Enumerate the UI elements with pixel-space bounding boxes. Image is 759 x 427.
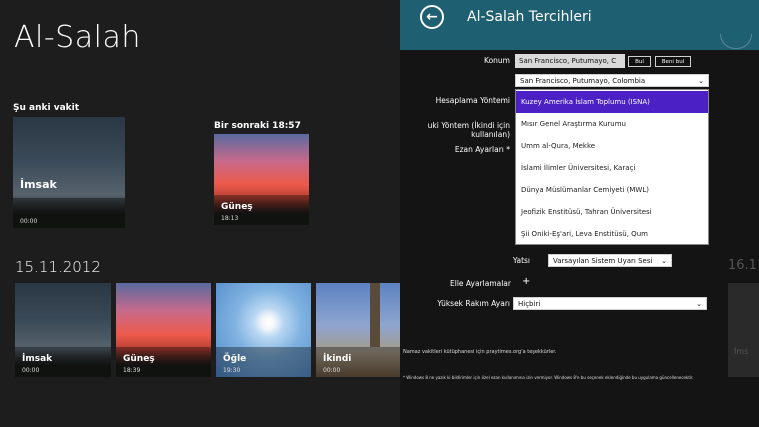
dropdown-option[interactable]: Dünya Müslümanlar Cemiyeti (MWL) <box>516 179 708 201</box>
find-me-button[interactable]: Beni bul <box>655 56 691 67</box>
next-prayer-label: Bir sonraki 18:57 <box>214 121 301 131</box>
chevron-down-icon: ⌄ <box>661 257 667 265</box>
day-tile-name: Öğle <box>223 354 247 364</box>
high-latitude-select[interactable]: Hiçbiri ⌄ <box>513 297 707 310</box>
current-prayer-time: 00:00 <box>20 218 38 225</box>
day-tile-name: İmsak <box>22 354 53 364</box>
settings-header: ← Al-Salah Tercihleri <box>400 0 759 50</box>
current-prayer-name: İmsak <box>20 178 57 191</box>
manual-adjust-plus-button[interactable]: + <box>522 276 530 287</box>
calc-method-dropdown[interactable]: Kuzey Amerika İslam Toplumu (ISNA) Mısır… <box>515 89 709 245</box>
dropdown-option[interactable]: Şii Oniki-Eş'ari, Leva Enstitüsü, Qum <box>516 223 708 245</box>
day-tile-imsak[interactable]: İmsak 00:00 <box>15 283 111 377</box>
dropdown-option[interactable]: Umm al-Qura, Mekke <box>516 135 708 157</box>
header-decoration <box>720 34 752 49</box>
back-arrow-icon[interactable]: ← <box>420 5 444 29</box>
asr-method-label: uki Yöntem (İkindi için kullanılan) <box>427 121 510 139</box>
day-tile-name: İkindi <box>323 354 352 364</box>
find-button[interactable]: Bul <box>628 56 651 67</box>
minaret-image <box>370 283 380 347</box>
next-prayer-time: 18:13 <box>221 215 239 222</box>
day-tile-ogle[interactable]: Öğle 19:30 <box>216 283 311 377</box>
day-tile-time: 18:39 <box>123 367 141 374</box>
next-prayer-name: Güneş <box>221 202 253 212</box>
day-tile-gunes[interactable]: Güneş 18:39 <box>116 283 211 377</box>
adhan-settings-label: Ezan Ayarları * <box>454 145 510 154</box>
dropdown-option[interactable]: Kuzey Amerika İslam Toplumu (ISNA) <box>516 91 708 113</box>
credit-note: Namaz vakitleri kütüphanesi için praytim… <box>403 349 557 355</box>
isha-sound-select[interactable]: Varsayılan Sistem Uyarı Sesi ⌄ <box>548 254 672 267</box>
current-prayer-tile[interactable]: İmsak 00:00 <box>13 117 125 228</box>
day-tile-ikindi[interactable]: İkindi 00:00 <box>316 283 400 377</box>
app-title: Al-Salah <box>14 20 141 55</box>
current-prayer-label: Şu anki vakit <box>13 103 80 113</box>
day-tile-time: 00:00 <box>22 367 40 374</box>
day-tile-name: Güneş <box>123 354 155 364</box>
next-prayer-tile[interactable]: Güneş 18:13 <box>214 134 309 225</box>
dropdown-option[interactable]: İslami İlimler Üniversitesi, Karaçi <box>516 157 708 179</box>
background-date-partial: 16.11 <box>728 258 759 273</box>
location-label: Konum <box>484 56 510 65</box>
settings-title: Al-Salah Tercihleri <box>467 9 592 25</box>
dropdown-option[interactable]: Mısır Genel Araştırma Kurumu <box>516 113 708 135</box>
chevron-down-icon: ⌄ <box>698 77 704 85</box>
dropdown-option[interactable]: Jeofizik Enstitüsü, Tahran Üniversitesi <box>516 201 708 223</box>
day-tile-time: 19:30 <box>223 367 241 374</box>
location-select[interactable]: San Francisco, Putumayo, Colombia ⌄ <box>515 74 709 87</box>
background-tile-partial: İms <box>728 283 759 377</box>
manual-adjust-label: Elle Ayarlamalar <box>450 279 511 288</box>
high-latitude-label: Yüksek Rakım Ayarı <box>437 299 510 308</box>
windows-note: * Windows 8 ne yazık ki bildirimler için… <box>403 375 694 380</box>
chevron-down-icon: ⌄ <box>696 300 702 308</box>
isha-label: Yatsı <box>512 256 530 265</box>
location-input[interactable]: San Francisco, Putumayo, C <box>515 54 625 68</box>
day-tile-time: 00:00 <box>323 367 341 374</box>
calc-method-label: Hesaplama Yöntemi <box>435 96 510 105</box>
day-date: 15.11.2012 <box>15 258 101 276</box>
